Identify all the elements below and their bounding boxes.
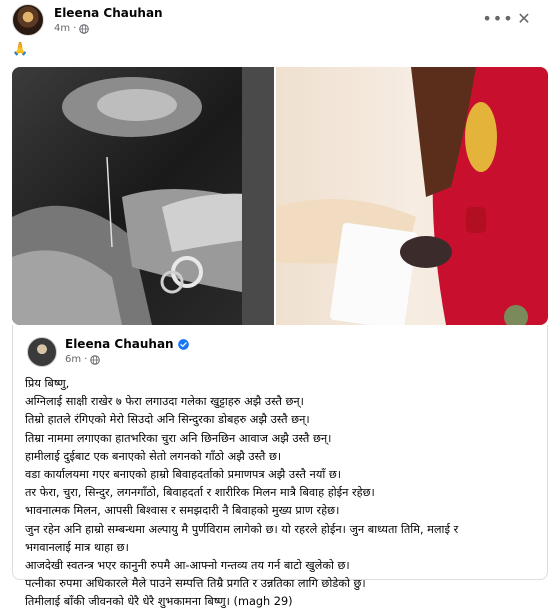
post-text-line: तिम्रो हातले रंगिएको मेरो सिउदो अनि सिन्… (25, 413, 310, 427)
author-name[interactable]: Eleena Chauhan (54, 6, 163, 20)
globe-icon[interactable] (90, 354, 101, 365)
post-text-line: तिमीलाई बाँकी जीवनको धेरै धेरै शुभकामना … (25, 595, 293, 609)
close-icon[interactable]: ✕ (512, 6, 536, 30)
post-text-line: वडा कार्यालयमा गएर बनाएको हाम्रो बिवाहदर… (25, 468, 342, 482)
post-meta: 4m · (54, 23, 90, 34)
verified-badge-icon (177, 338, 189, 350)
post-text-line: तिम्रा नाममा लगाएका हातभरिका चुरा अनि छि… (25, 431, 332, 445)
praying-hands-emoji: 🙏 (12, 42, 29, 57)
shared-post-text: प्रिय बिष्णु, अग्निलाई साक्षी राखेर ७ फे… (25, 375, 545, 612)
photo-grid[interactable] (12, 67, 548, 325)
more-options-icon[interactable]: ••• (482, 6, 512, 30)
globe-icon[interactable] (79, 23, 90, 34)
post-text-line: भावनात्मक मिलन, आपसी बिश्वास र समझदारी न… (25, 504, 340, 518)
post-time[interactable]: 4m (54, 23, 70, 34)
shared-post-meta: 6m · (65, 354, 101, 365)
post-text-line: पत्नीका रुपमा अधिकारले मैले पाउने सम्पत्… (25, 577, 366, 591)
author-avatar[interactable] (12, 4, 44, 36)
shared-post-card: Eleena Chauhan 6m · प्रिय बिष्णु, अग्निल… (12, 325, 548, 608)
post-text-line: भगवानलाई मात्र थाहा छ। (25, 540, 129, 554)
shared-post-time[interactable]: 6m (65, 354, 81, 365)
post-text-line: प्रिय बिष्णु, (25, 377, 70, 390)
post-text-line: आजदेखी स्वतन्त्र भएर कानुनी रुपमै आ-आफ्न… (25, 559, 350, 573)
shared-meta-separator: · (84, 354, 88, 365)
post-text-line: तर फेरा, चुरा, सिन्दुर, लगनगाँठो, बिवाहद… (25, 486, 375, 500)
meta-separator: · (73, 23, 77, 34)
post-text-line: हामीलाई दुईबाट एक बनाएको सेतो लगनको गाँठ… (25, 449, 282, 463)
facebook-post: Eleena Chauhan 4m · ••• ✕ 🙏 Eleena Chauh… (0, 0, 560, 608)
photo-hands-ritual-bw[interactable] (12, 67, 274, 325)
shared-author-name-row: Eleena Chauhan (65, 337, 189, 351)
shared-author-avatar[interactable] (27, 337, 57, 367)
post-header: Eleena Chauhan 4m · ••• ✕ (12, 4, 548, 40)
photo-bride-ceremony[interactable] (276, 67, 548, 325)
post-text-line: जुन रहेन अनि हाम्रो सम्बन्धमा अल्पायु मै… (25, 522, 459, 536)
post-text-line: अग्निलाई साक्षी राखेर ७ फेरा लगाउदा गलेक… (25, 395, 304, 409)
shared-author-name[interactable]: Eleena Chauhan (65, 337, 174, 351)
